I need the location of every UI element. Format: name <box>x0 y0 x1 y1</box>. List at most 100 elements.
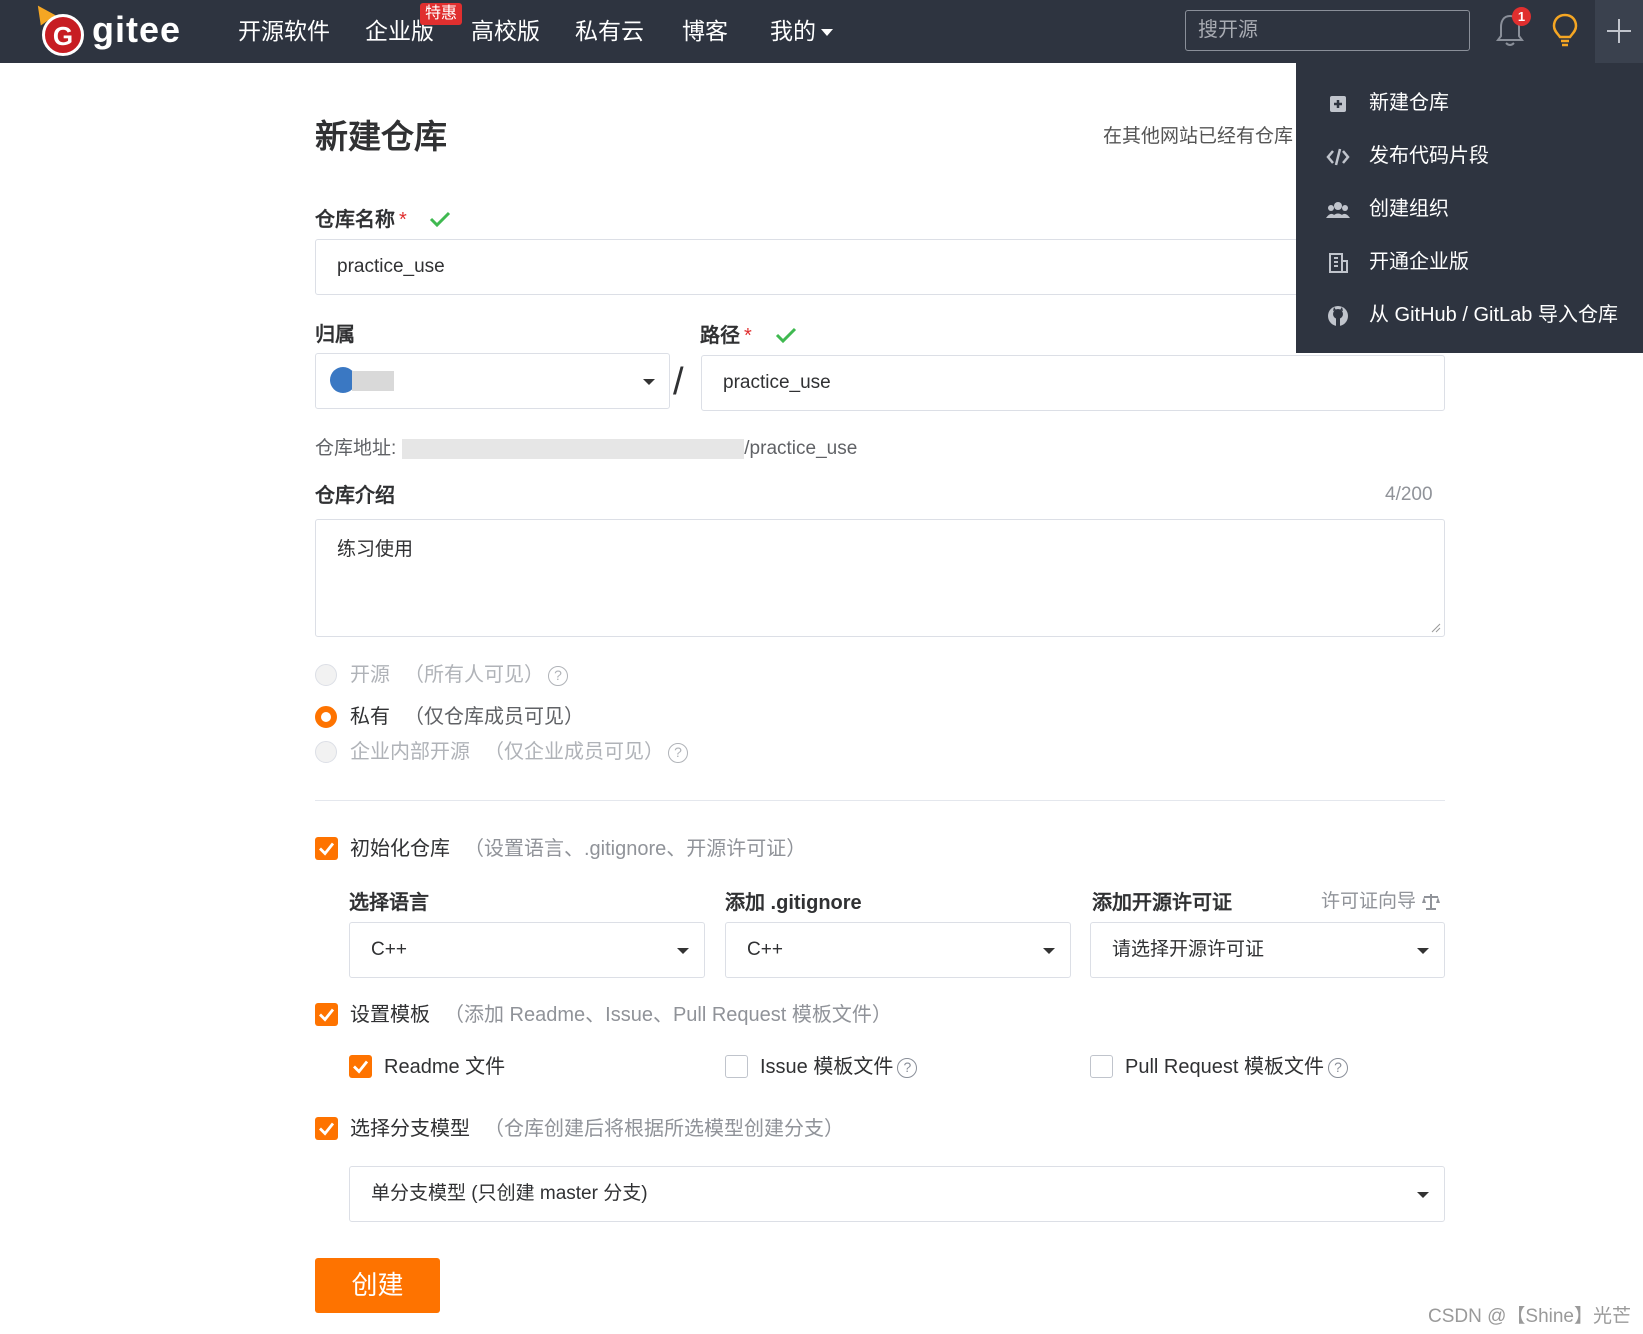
description-textarea[interactable]: 练习使用 <box>315 519 1445 637</box>
menu-item-snippet-label: 发布代码片段 <box>1369 145 1489 167</box>
language-label: 选择语言 <box>349 892 429 914</box>
create-menu-button[interactable] <box>1595 0 1643 63</box>
path-label-text: 路径 <box>700 325 740 347</box>
caret-down-icon <box>1043 948 1055 954</box>
checkbox-unchecked[interactable] <box>1090 1055 1113 1078</box>
gitignore-select[interactable]: C++ <box>725 922 1071 978</box>
template-label: 设置模板 <box>350 1004 430 1026</box>
visibility-private-label: 私有 <box>350 706 390 728</box>
init-repo-label: 初始化仓库 <box>350 838 450 860</box>
resize-grip-icon[interactable] <box>1431 623 1441 633</box>
repo-address-redacted <box>402 438 745 459</box>
github-icon <box>1328 306 1348 326</box>
checkbox-checked-icon[interactable] <box>349 1055 372 1078</box>
pr-template-label: Pull Request 模板文件 <box>1125 1056 1324 1078</box>
issue-template-label: Issue 模板文件 <box>760 1056 894 1078</box>
menu-item-import[interactable]: 从 GitHub / GitLab 导入仓库 <box>1296 289 1643 342</box>
visibility-private-hint: （仅仓库成员可见） <box>404 706 584 728</box>
required-mark: * <box>399 209 407 231</box>
bulb-icon[interactable] <box>1550 12 1580 48</box>
help-icon[interactable]: ? <box>897 1057 918 1078</box>
checkbox-unchecked[interactable] <box>725 1055 748 1078</box>
menu-item-create-org[interactable]: 创建组织 <box>1296 183 1643 236</box>
menu-item-snippet[interactable]: 发布代码片段 <box>1296 130 1643 183</box>
description-counter: 4/200 <box>1385 484 1433 505</box>
license-select[interactable]: 请选择开源许可证 <box>1090 922 1445 978</box>
menu-item-new-repo[interactable]: 新建仓库 <box>1296 77 1643 130</box>
checkbox-checked-icon[interactable] <box>315 837 338 860</box>
gitee-logo[interactable]: G gitee <box>30 0 184 58</box>
repo-address-suffix: /practice_use <box>744 438 858 459</box>
description-text: 练习使用 <box>337 539 414 560</box>
nav-open-source[interactable]: 开源软件 <box>238 16 330 46</box>
nav-blog[interactable]: 博客 <box>682 16 728 46</box>
radio-enterprise[interactable] <box>315 741 337 763</box>
nav-private-cloud[interactable]: 私有云 <box>575 16 644 46</box>
visibility-enterprise-label: 企业内部开源 <box>350 741 470 763</box>
divider <box>315 800 1445 801</box>
building-icon <box>1329 253 1348 273</box>
required-mark: * <box>744 325 752 347</box>
license-label: 添加开源许可证 <box>1092 892 1232 914</box>
caret-down-icon <box>677 948 689 954</box>
owner-select[interactable] <box>315 353 670 409</box>
nav-mine[interactable]: 我的 <box>770 16 833 46</box>
license-select-value: 请选择开源许可证 <box>1112 939 1265 960</box>
create-dropdown-menu: 新建仓库 发布代码片段 创建组织 开通企业版 从 GitHub / GitLab… <box>1296 63 1643 353</box>
path-separator: / <box>673 361 684 403</box>
repo-name-input[interactable]: practice_use <box>315 239 1445 295</box>
visibility-enterprise-hint: （仅企业成员可见） <box>484 741 664 763</box>
create-button[interactable]: 创建 <box>315 1258 440 1313</box>
menu-item-new-repo-label: 新建仓库 <box>1369 92 1449 114</box>
license-guide-text: 许可证向导 <box>1321 891 1417 912</box>
notification-count-badge: 1 <box>1512 7 1531 26</box>
checkbox-checked-icon[interactable] <box>315 1003 338 1026</box>
repo-address-label: 仓库地址: <box>315 438 397 459</box>
template-hint: （添加 Readme、Issue、Pull Request 模板文件） <box>444 1004 892 1026</box>
menu-item-import-label: 从 GitHub / GitLab 导入仓库 <box>1369 304 1618 326</box>
chevron-down-icon <box>821 29 833 37</box>
scale-icon <box>1422 893 1441 910</box>
check-icon <box>429 211 451 228</box>
branch-model-label: 选择分支模型 <box>350 1118 470 1140</box>
readme-label: Readme 文件 <box>384 1056 506 1078</box>
caret-down-icon <box>643 379 655 385</box>
language-select[interactable]: C++ <box>349 922 705 978</box>
gitignore-select-value: C++ <box>747 939 783 960</box>
visibility-open-source-label: 开源 <box>350 664 390 686</box>
nav-enterprise-badge: 特惠 <box>420 3 463 25</box>
checkbox-checked-icon[interactable] <box>315 1117 338 1140</box>
menu-item-create-org-label: 创建组织 <box>1369 198 1449 220</box>
license-guide-link[interactable]: 许可证向导 <box>1321 889 1441 915</box>
repo-address: 仓库地址: /practice_use <box>315 435 857 463</box>
watermark: CSDN @【Shine】光芒 <box>1428 1306 1631 1327</box>
repo-name-label: 仓库名称 * <box>315 206 407 234</box>
radio-open-source[interactable] <box>315 664 337 686</box>
check-icon <box>775 327 797 344</box>
caret-down-icon <box>1417 948 1429 954</box>
path-input[interactable]: practice_use <box>701 355 1445 411</box>
help-icon[interactable]: ? <box>548 665 568 686</box>
branch-model-select-value: 单分支模型 (只创建 master 分支) <box>371 1183 648 1204</box>
caret-down-icon <box>1417 1192 1429 1198</box>
import-repo-link[interactable]: 在其他网站已经有仓库 <box>1103 124 1293 150</box>
path-label: 路径 * <box>700 322 752 350</box>
init-repo-hint: （设置语言、.gitignore、开源许可证） <box>464 838 807 860</box>
help-icon[interactable]: ? <box>1327 1057 1348 1078</box>
branch-model-select[interactable]: 单分支模型 (只创建 master 分支) <box>349 1166 1445 1222</box>
nav-university[interactable]: 高校版 <box>471 16 540 46</box>
visibility-open-source-hint: （所有人可见） <box>404 664 544 686</box>
menu-item-enterprise[interactable]: 开通企业版 <box>1296 236 1643 289</box>
plus-square-icon <box>1330 96 1346 112</box>
owner-name-redacted <box>352 371 394 391</box>
users-icon <box>1326 202 1350 218</box>
language-select-value: C++ <box>371 939 407 960</box>
page-title: 新建仓库 <box>315 118 447 155</box>
nav-mine-label: 我的 <box>770 18 816 44</box>
search-input[interactable] <box>1185 10 1470 51</box>
logo-text: gitee <box>92 9 182 50</box>
owner-label: 归属 <box>315 324 355 346</box>
help-icon[interactable]: ? <box>668 742 688 763</box>
menu-item-enterprise-label: 开通企业版 <box>1369 251 1469 273</box>
radio-private[interactable] <box>315 706 337 728</box>
